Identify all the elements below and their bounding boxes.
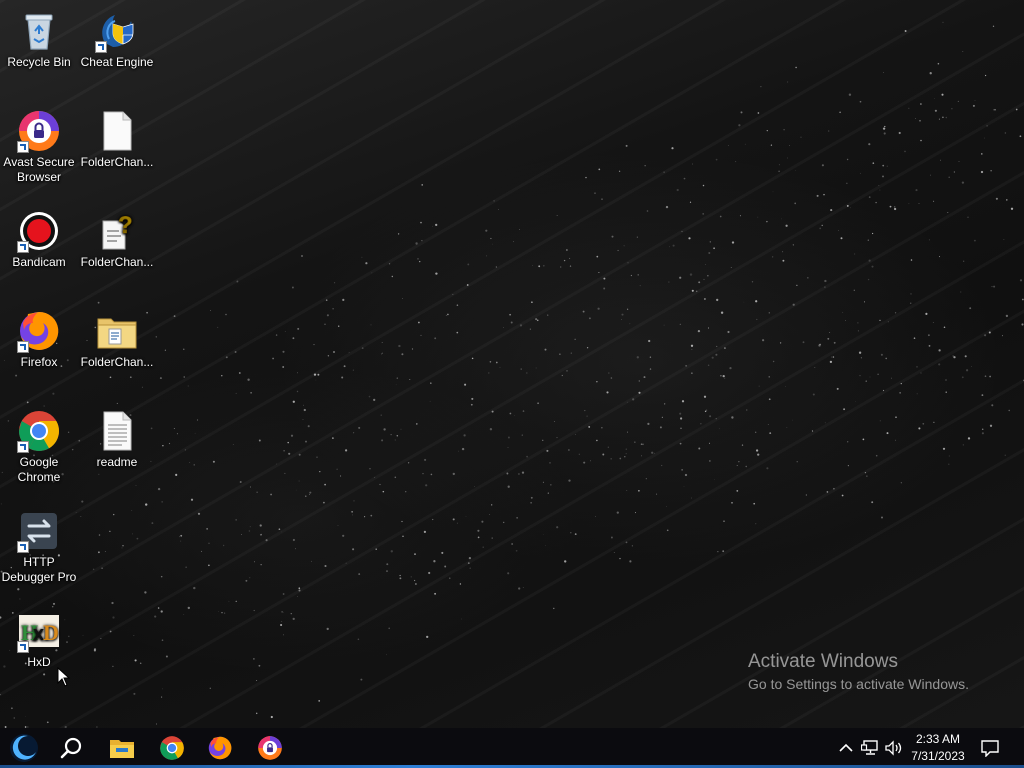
icon-label: FolderChan...	[80, 255, 154, 269]
icon-label: HTTP Debugger Pro	[1, 555, 77, 584]
volume-button[interactable]	[884, 738, 904, 758]
mouse-cursor-icon	[57, 667, 71, 687]
desktop-icon-recycle-bin[interactable]: Recycle Bin	[0, 3, 78, 70]
taskbar: 2:33 AM 7/31/2023	[0, 728, 1024, 768]
unknown-file-icon: ?	[102, 212, 133, 250]
zip-folder-icon	[97, 318, 137, 349]
clock-time: 2:33 AM	[915, 732, 961, 746]
file-explorer-icon	[110, 740, 134, 758]
action-center-button[interactable]	[980, 738, 1000, 758]
clock-date: 7/31/2023	[911, 749, 965, 763]
blank-file-icon	[103, 111, 132, 151]
desktop-icon-hxd[interactable]: H x D HxD	[0, 603, 78, 670]
shortcut-arrow-icon	[17, 541, 29, 553]
desktop-icon-avast-secure-browser[interactable]: Avast Secure Browser	[0, 103, 78, 185]
start-button[interactable]	[0, 728, 48, 768]
desktop-icon-bandicam[interactable]: Bandicam	[0, 203, 78, 270]
icon-label: FolderChan...	[80, 355, 154, 369]
chrome-icon	[160, 736, 184, 760]
desktop[interactable]: Recycle Bin Avast Secure Browser Bandica…	[0, 0, 1024, 728]
network-icon	[861, 740, 878, 755]
shortcut-arrow-icon	[17, 141, 29, 153]
icon-label: Recycle Bin	[7, 55, 71, 69]
notifications-icon	[981, 740, 999, 757]
activation-title: Activate Windows	[748, 651, 898, 672]
network-button[interactable]	[860, 738, 880, 758]
taskbar-firefox[interactable]	[196, 728, 244, 768]
avast-secure-browser-icon	[258, 736, 282, 760]
icon-label: Avast Secure Browser	[3, 155, 75, 184]
icon-label: readme	[96, 455, 138, 469]
search-button[interactable]	[48, 728, 96, 768]
desktop-icon-readme[interactable]: readme	[78, 403, 156, 470]
desktop-icon-firefox[interactable]: Firefox	[0, 303, 78, 370]
icon-label: Firefox	[20, 355, 58, 369]
desktop-icon-folderchan-1[interactable]: FolderChan...	[78, 103, 156, 170]
desktop-icon-http-debugger-pro[interactable]: HTTP Debugger Pro	[0, 503, 78, 585]
chevron-up-icon	[839, 743, 853, 752]
desktop-icon-folderchan-2[interactable]: ? FolderChan...	[78, 203, 156, 270]
icon-label: Google Chrome	[17, 455, 61, 484]
icon-label: Cheat Engine	[80, 55, 154, 69]
desktop-icon-folderchan-3[interactable]: FolderChan...	[78, 303, 156, 370]
desktop-icon-google-chrome[interactable]: Google Chrome	[0, 403, 78, 485]
firefox-icon	[208, 736, 232, 760]
svg-text:D: D	[43, 620, 59, 645]
shortcut-arrow-icon	[17, 641, 29, 653]
taskbar-avast-secure-browser[interactable]	[246, 728, 294, 768]
show-hidden-icons-button[interactable]	[836, 738, 856, 758]
text-file-icon	[103, 411, 132, 451]
taskbar-file-explorer[interactable]	[98, 728, 146, 768]
taskbar-chrome[interactable]	[148, 728, 196, 768]
activation-subtitle: Go to Settings to activate Windows.	[748, 676, 969, 692]
shortcut-arrow-icon	[17, 341, 29, 353]
shortcut-arrow-icon	[17, 241, 29, 253]
icon-label: FolderChan...	[80, 155, 154, 169]
taskbar-clock[interactable]: 2:33 AM 7/31/2023	[906, 731, 970, 765]
activation-watermark: Activate Windows Go to Settings to activ…	[748, 650, 969, 694]
desktop-icon-cheat-engine[interactable]: Cheat Engine	[78, 3, 156, 70]
icon-label: Bandicam	[12, 255, 66, 269]
shortcut-arrow-icon	[17, 441, 29, 453]
recycle-bin-icon	[25, 14, 53, 50]
start-icon	[10, 734, 38, 762]
shortcut-arrow-icon	[95, 41, 107, 53]
svg-text:?: ?	[118, 212, 133, 239]
search-icon	[60, 737, 82, 759]
volume-icon	[885, 740, 902, 756]
